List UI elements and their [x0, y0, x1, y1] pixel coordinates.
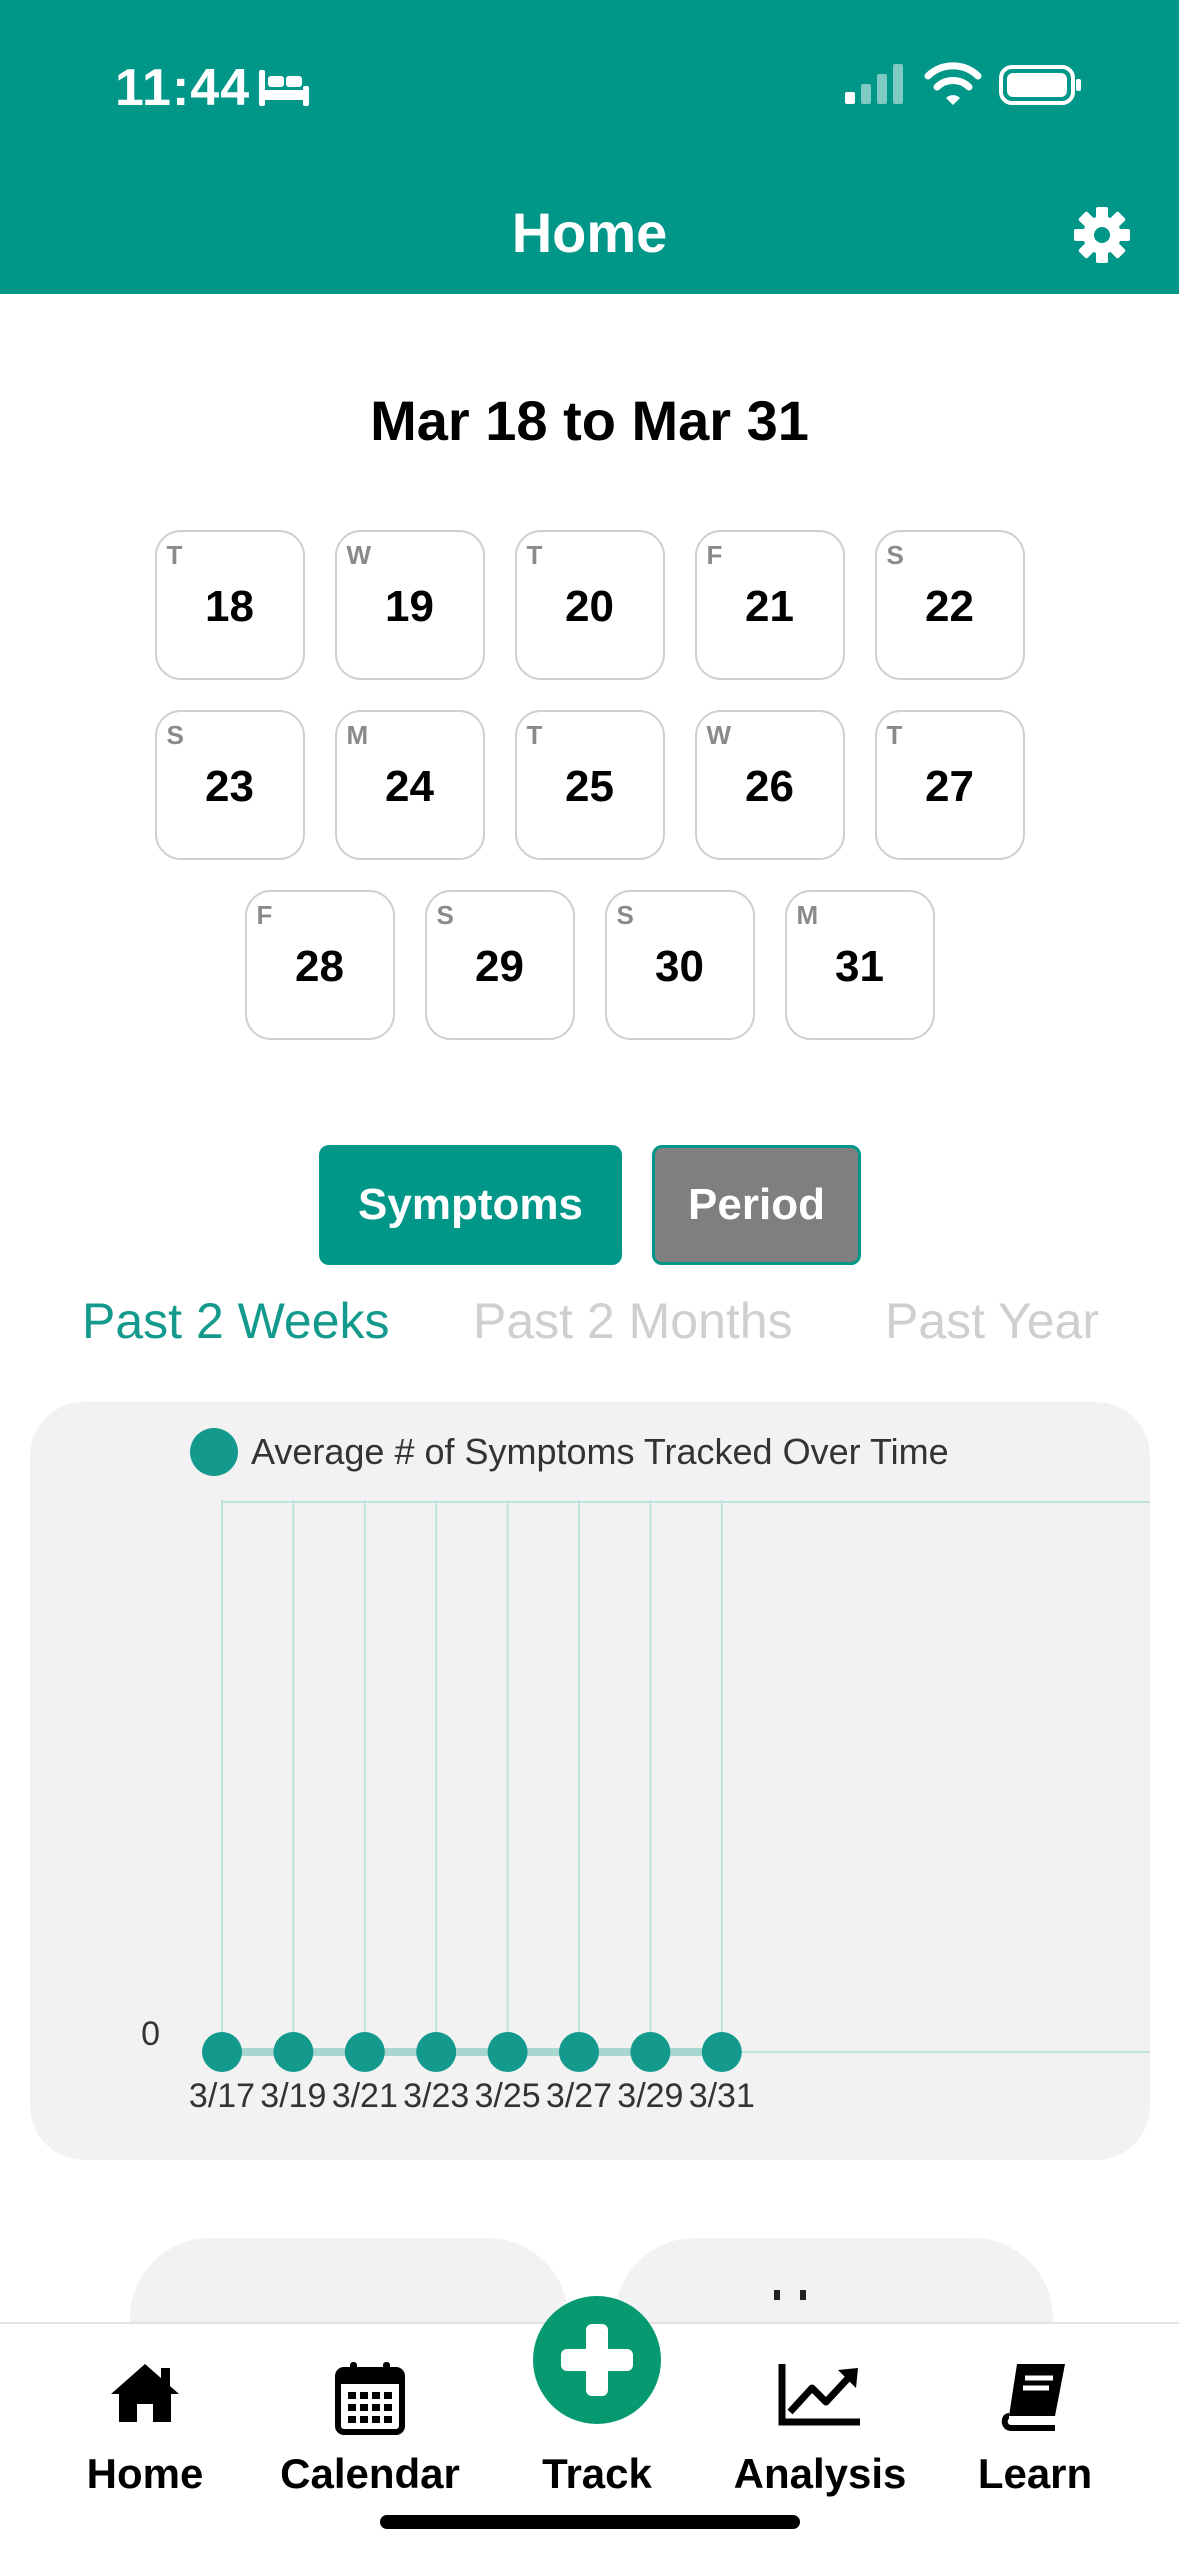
- day-cell[interactable]: M 24: [334, 710, 485, 860]
- x-tick-label: 3/25: [475, 2077, 541, 2115]
- wifi-icon: [924, 62, 982, 105]
- day-cell[interactable]: W 19: [334, 530, 485, 680]
- day-cell[interactable]: W 26: [694, 710, 845, 860]
- symptoms-line-chart: Average # of Symptoms Tracked Over Time …: [141, 1428, 1150, 2115]
- day-cell[interactable]: T 20: [514, 530, 665, 680]
- chart-series: [202, 2032, 742, 2072]
- day-number: 27: [925, 762, 974, 811]
- weekday-letter: S: [436, 900, 454, 930]
- day-number: 21: [745, 582, 794, 631]
- x-tick-label: 3/21: [332, 2077, 398, 2115]
- book-icon: [1001, 2364, 1065, 2431]
- calendar-icon: [335, 2362, 405, 2435]
- symptoms-chart-card: Average # of Symptoms Tracked Over Time …: [30, 1402, 1150, 2160]
- settings-gear-icon[interactable]: [1072, 205, 1132, 265]
- track-add-button[interactable]: [533, 2296, 661, 2424]
- day-row: T 18 W 19 T 20 F 21 S 22: [0, 530, 1179, 680]
- nav-label-calendar: Calendar: [280, 2450, 460, 2497]
- symptoms-toggle-button[interactable]: Symptoms: [319, 1145, 622, 1265]
- day-cell[interactable]: F 21: [694, 530, 845, 680]
- weekday-letter: S: [886, 540, 904, 570]
- status-time: 11:44: [115, 59, 251, 117]
- weekday-letter: F: [706, 540, 723, 570]
- day-number: 19: [385, 582, 434, 631]
- day-number: 26: [745, 762, 794, 811]
- nav-home[interactable]: Home: [60, 2324, 230, 2556]
- cellular-signal-icon: [845, 64, 903, 104]
- legend-swatch: [190, 1428, 238, 1476]
- chart-grid: [221, 1500, 1150, 2053]
- day-number: 20: [565, 582, 614, 631]
- data-point: [416, 2032, 457, 2072]
- data-point: [630, 2032, 671, 2072]
- day-number: 31: [835, 942, 884, 991]
- weekday-letter: F: [256, 900, 273, 930]
- data-point: [344, 2032, 385, 2072]
- x-tick-label: 3/29: [617, 2077, 683, 2115]
- sleep-mode-icon: [259, 70, 309, 106]
- weekday-letter: T: [526, 540, 543, 570]
- day-cell[interactable]: M 31: [784, 890, 935, 1040]
- data-point: [487, 2032, 528, 2072]
- legend-label: Average # of Symptoms Tracked Over Time: [251, 1431, 949, 1472]
- nav-label-analysis: Analysis: [733, 2450, 907, 2497]
- weekday-letter: T: [526, 720, 543, 750]
- weekday-letter: T: [166, 540, 183, 570]
- day-cell[interactable]: T 27: [874, 710, 1025, 860]
- tab-past-2-weeks[interactable]: Past 2 Weeks: [82, 1292, 390, 1350]
- x-axis-labels: 3/17 3/19 3/21 3/23 3/25 3/27 3/29 3/31: [189, 2077, 755, 2115]
- day-row: F 28 S 29 S 30 M 31: [0, 890, 1179, 1040]
- x-tick-label: 3/19: [260, 2077, 326, 2115]
- day-number: 29: [475, 942, 524, 991]
- weekday-letter: M: [796, 900, 819, 930]
- weekday-letter: W: [706, 720, 732, 750]
- day-number: 30: [655, 942, 704, 991]
- day-cell[interactable]: F 28: [244, 890, 395, 1040]
- nav-learn[interactable]: Learn: [960, 2324, 1110, 2556]
- x-tick-label: 3/31: [689, 2077, 755, 2115]
- page-title: Home: [511, 201, 668, 264]
- data-point: [273, 2032, 314, 2072]
- trending-up-icon: [778, 2364, 860, 2426]
- day-number: 25: [565, 762, 614, 811]
- weekday-letter: S: [166, 720, 184, 750]
- data-point: [701, 2032, 742, 2072]
- x-tick-label: 3/17: [189, 2077, 255, 2115]
- x-tick-label: 3/27: [546, 2077, 612, 2115]
- day-number: 24: [385, 762, 434, 811]
- tab-past-2-months[interactable]: Past 2 Months: [473, 1292, 793, 1350]
- app-header: 11:44 Home: [0, 0, 1179, 294]
- day-cell[interactable]: S 30: [604, 890, 755, 1040]
- battery-icon: [999, 65, 1081, 105]
- weekday-letter: W: [346, 540, 372, 570]
- day-row: S 23 M 24 T 25 W 26 T 27: [0, 710, 1179, 860]
- day-number: 28: [295, 942, 344, 991]
- day-number: 22: [925, 582, 974, 631]
- x-tick-label: 3/23: [403, 2077, 469, 2115]
- day-cell[interactable]: S 23: [154, 710, 305, 860]
- nav-label-track: Track: [542, 2450, 652, 2497]
- date-range-title: Mar 18 to Mar 31: [370, 389, 809, 452]
- weekday-letter: S: [616, 900, 634, 930]
- day-cell[interactable]: S 29: [424, 890, 575, 1040]
- day-number: 23: [205, 762, 254, 811]
- data-point: [202, 2032, 242, 2072]
- day-cell[interactable]: T 18: [154, 530, 305, 680]
- day-cell[interactable]: S 22: [874, 530, 1025, 680]
- data-point: [559, 2032, 599, 2072]
- weekday-letter: M: [346, 720, 369, 750]
- day-number: 18: [205, 582, 254, 631]
- tab-past-year[interactable]: Past Year: [885, 1292, 1099, 1350]
- nav-label-learn: Learn: [977, 2450, 1093, 2497]
- y-tick-label: 0: [141, 2015, 160, 2053]
- plus-icon: [561, 2324, 633, 2396]
- period-toggle-button[interactable]: Period: [652, 1145, 861, 1265]
- day-cell[interactable]: T 25: [514, 710, 665, 860]
- home-indicator: [380, 2515, 800, 2529]
- card-title-fragment: [774, 2290, 806, 2300]
- home-icon: [111, 2364, 179, 2422]
- nav-label-home: Home: [86, 2450, 204, 2497]
- weekday-letter: T: [886, 720, 903, 750]
